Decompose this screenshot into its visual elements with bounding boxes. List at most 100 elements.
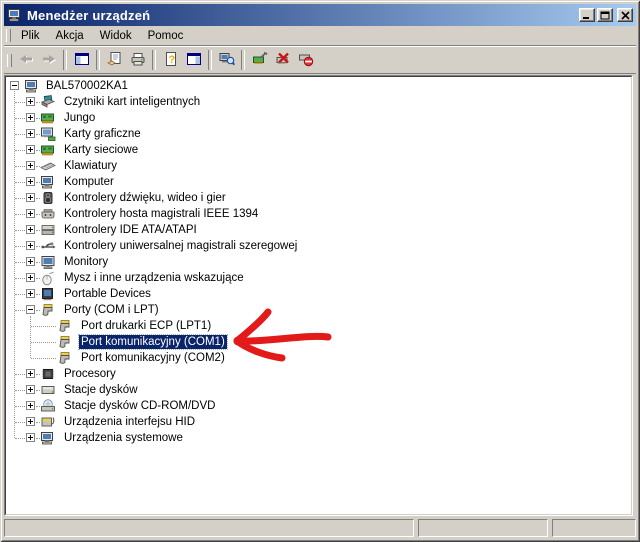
tree-item[interactable]: Kontrolery dźwięku, wideo i gier: [6, 190, 631, 206]
uninstall-button[interactable]: [271, 49, 294, 71]
maximize-button[interactable]: [597, 8, 613, 22]
menu-item-widok[interactable]: Widok: [92, 28, 140, 44]
tree-item-label[interactable]: Jungo: [62, 111, 97, 125]
menu-gripper[interactable]: [6, 29, 11, 42]
tree-item[interactable]: Mysz i inne urządzenia wskazujące: [6, 270, 631, 286]
tree-item[interactable]: Stacje dysków: [6, 382, 631, 398]
tree-item-label[interactable]: Port drukarki ECP (LPT1): [79, 319, 213, 333]
tree-item[interactable]: Urządzenia systemowe: [6, 430, 631, 446]
print-button[interactable]: [126, 49, 149, 71]
sound-icon: [40, 190, 56, 206]
expand-plus-toggle[interactable]: [26, 401, 35, 410]
tree-item-label[interactable]: Procesory: [62, 367, 118, 381]
menu-item-plik[interactable]: Plik: [13, 28, 48, 44]
tree-item[interactable]: Stacje dysków CD-ROM/DVD: [6, 398, 631, 414]
tree-item-label[interactable]: Monitory: [62, 255, 110, 269]
tree-item-label[interactable]: Port komunikacyjny (COM2): [79, 351, 227, 365]
portable-icon: [40, 286, 56, 302]
expand-plus-toggle[interactable]: [26, 273, 35, 282]
tree-item[interactable]: Monitory: [6, 254, 631, 270]
tree-item-label[interactable]: Klawiatury: [62, 159, 119, 173]
tree-item-label[interactable]: Portable Devices: [62, 287, 153, 301]
help-button[interactable]: ?: [159, 49, 182, 71]
tree-item-label[interactable]: Stacje dysków CD-ROM/DVD: [62, 399, 217, 413]
tree-item[interactable]: Port komunikacyjny (COM1): [6, 334, 631, 350]
tree-item[interactable]: Port komunikacyjny (COM2): [6, 350, 631, 366]
close-button[interactable]: [617, 8, 633, 22]
toolbar-separator: [241, 50, 245, 70]
tree-item-label[interactable]: Karty graficzne: [62, 127, 143, 141]
expand-plus-toggle[interactable]: [26, 177, 35, 186]
tree-item[interactable]: Porty (COM i LPT): [6, 302, 631, 318]
back-icon: [18, 51, 34, 70]
netcard-icon: [40, 110, 56, 126]
tree-item-label[interactable]: Stacje dysków: [62, 383, 140, 397]
scan-hardware-button[interactable]: [215, 49, 238, 71]
tree-item[interactable]: Procesory: [6, 366, 631, 382]
expand-plus-toggle[interactable]: [26, 97, 35, 106]
expand-plus-toggle[interactable]: [26, 433, 35, 442]
expand-plus-toggle[interactable]: [26, 225, 35, 234]
minimize-button[interactable]: [579, 8, 595, 22]
expand-plus-toggle[interactable]: [26, 209, 35, 218]
tree-item[interactable]: Portable Devices: [6, 286, 631, 302]
keyboard-icon: [40, 158, 56, 174]
tree-item-label[interactable]: Komputer: [62, 175, 116, 189]
netcard-icon: [40, 142, 56, 158]
menu-item-akcja[interactable]: Akcja: [48, 28, 92, 44]
console-tree-button[interactable]: [70, 49, 93, 71]
tree-item-label[interactable]: BAL570002KA1: [44, 79, 130, 93]
expand-plus-toggle[interactable]: [26, 129, 35, 138]
console-tree-icon: [74, 51, 90, 70]
tree-item-label[interactable]: Karty sieciowe: [62, 143, 140, 157]
expand-plus-toggle[interactable]: [26, 385, 35, 394]
tree-item[interactable]: Czytniki kart inteligentnych: [6, 94, 631, 110]
expand-plus-toggle[interactable]: [26, 257, 35, 266]
tree-item[interactable]: Urządzenia interfejsu HID: [6, 414, 631, 430]
tree-item[interactable]: Komputer: [6, 174, 631, 190]
tree-item[interactable]: Kontrolery uniwersalnej magistrali szere…: [6, 238, 631, 254]
tree-item[interactable]: Karty graficzne: [6, 126, 631, 142]
tree-item-label[interactable]: Kontrolery dźwięku, wideo i gier: [62, 191, 228, 205]
tree-item[interactable]: Klawiatury: [6, 158, 631, 174]
tree-item-label[interactable]: Kontrolery hosta magistrali IEEE 1394: [62, 207, 260, 221]
window-title: Menedżer urządzeń: [27, 8, 577, 23]
tree-item-label[interactable]: Kontrolery uniwersalnej magistrali szere…: [62, 239, 299, 253]
expand-plus-toggle[interactable]: [26, 241, 35, 250]
tree-item[interactable]: Kontrolery IDE ATA/ATAPI: [6, 222, 631, 238]
update-driver-button[interactable]: [248, 49, 271, 71]
toolbar-gripper[interactable]: [7, 54, 12, 67]
tree-item[interactable]: Kontrolery hosta magistrali IEEE 1394: [6, 206, 631, 222]
properties-button[interactable]: [103, 49, 126, 71]
action-pane-button[interactable]: [182, 49, 205, 71]
toolbar-separator: [208, 50, 212, 70]
firewire-icon: [40, 206, 56, 222]
tree-item-label[interactable]: Porty (COM i LPT): [62, 303, 161, 317]
tree-item-label[interactable]: Port komunikacyjny (COM1): [79, 335, 227, 349]
tree-item-label[interactable]: Kontrolery IDE ATA/ATAPI: [62, 223, 199, 237]
port-icon: [57, 318, 73, 334]
disk-icon: [40, 382, 56, 398]
expand-plus-toggle[interactable]: [26, 417, 35, 426]
toolbar-separator: [96, 50, 100, 70]
expand-plus-toggle[interactable]: [26, 113, 35, 122]
expand-plus-toggle[interactable]: [26, 193, 35, 202]
device-manager-app-icon[interactable]: [7, 7, 23, 23]
expand-plus-toggle[interactable]: [26, 145, 35, 154]
expand-plus-toggle[interactable]: [26, 161, 35, 170]
collapse-minus-toggle[interactable]: [26, 305, 35, 314]
tree-item-label[interactable]: Urządzenia interfejsu HID: [62, 415, 197, 429]
tree-item-label[interactable]: Mysz i inne urządzenia wskazujące: [62, 271, 246, 285]
tree-item-label[interactable]: Czytniki kart inteligentnych: [62, 95, 202, 109]
expand-plus-toggle[interactable]: [26, 369, 35, 378]
tree-item[interactable]: BAL570002KA1: [6, 78, 631, 94]
menu-item-pomoc[interactable]: Pomoc: [140, 28, 192, 44]
tree-item[interactable]: Port drukarki ECP (LPT1): [6, 318, 631, 334]
expand-plus-toggle[interactable]: [26, 289, 35, 298]
disable-button[interactable]: [294, 49, 317, 71]
tree-item[interactable]: Jungo: [6, 110, 631, 126]
collapse-minus-toggle[interactable]: [10, 81, 19, 90]
tree-item-label[interactable]: Urządzenia systemowe: [62, 431, 185, 445]
tree-item[interactable]: Karty sieciowe: [6, 142, 631, 158]
port-icon: [40, 302, 56, 318]
